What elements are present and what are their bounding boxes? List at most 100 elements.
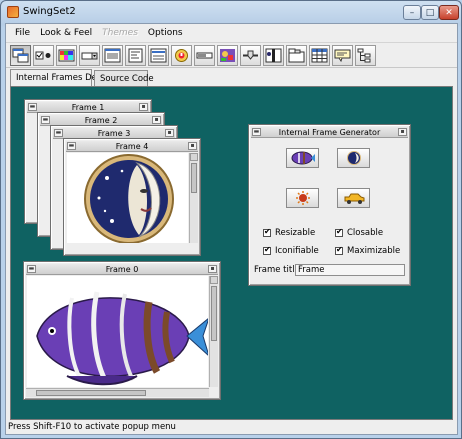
closable-label: Closable (347, 228, 384, 238)
html-demo-button[interactable] (125, 45, 146, 66)
list-icon (150, 48, 167, 63)
combobox-icon (81, 52, 98, 60)
fish-icon (36, 291, 208, 386)
tooltip-demo-button[interactable] (332, 45, 353, 66)
frame-3-menu-icon[interactable]: ▬ (54, 129, 63, 137)
scroll-pane-demo-button[interactable] (217, 45, 238, 66)
closable-checkbox[interactable]: Closable (335, 227, 384, 238)
closable-check-box[interactable] (335, 227, 343, 237)
frame-4-titlebar[interactable]: ▬ Frame 4 ▪ (66, 141, 198, 152)
generator-iconify-icon[interactable]: ▪ (398, 128, 407, 136)
maximizable-checkbox[interactable]: Maximizable (335, 245, 401, 256)
toolbar (6, 42, 457, 68)
file-chooser-icon (104, 48, 121, 63)
app-window: SwingSet2 – □ ✕ File Look & Feel Themes … (0, 0, 462, 439)
frame-4-content (67, 153, 188, 243)
resizable-check-box[interactable] (263, 227, 271, 237)
scroll-up-arrow[interactable] (210, 276, 218, 284)
java-app-icon (7, 6, 19, 18)
scroll-thumb[interactable] (211, 286, 217, 341)
frame-0-horizontal-scrollbar[interactable] (26, 388, 209, 397)
frame-0-menu-icon[interactable]: ▬ (27, 265, 36, 273)
split-pane-icon (265, 48, 282, 63)
option-pane-demo-button[interactable] (171, 45, 192, 66)
tabbed-pane-demo-button[interactable] (286, 45, 307, 66)
list-demo-button[interactable] (148, 45, 169, 66)
tree-demo-button[interactable] (355, 45, 376, 66)
tab-source-code[interactable]: Source Code (94, 70, 154, 86)
tooltip-icon (334, 49, 351, 63)
scroll-up-arrow[interactable] (190, 153, 198, 161)
frame-0-vertical-scrollbar[interactable] (209, 276, 218, 387)
maximize-button[interactable]: □ (421, 5, 439, 20)
frame-3-close-icon[interactable]: ▪ (165, 129, 174, 137)
iconifiable-checkbox[interactable]: Iconifiable (263, 245, 319, 256)
resizable-label: Resizable (275, 228, 316, 238)
frame-4-vertical-scrollbar[interactable] (189, 153, 198, 243)
menu-file[interactable]: File (10, 28, 35, 38)
generator-menu-icon[interactable]: ▬ (252, 128, 261, 136)
progress-bar-icon (196, 52, 213, 59)
maximizable-check-box[interactable] (335, 245, 343, 255)
progress-bar-demo-button[interactable] (194, 45, 215, 66)
menu-look-and-feel[interactable]: Look & Feel (35, 28, 97, 38)
table-demo-button[interactable] (309, 45, 330, 66)
create-car-frame-button[interactable] (337, 188, 370, 208)
generator-titlebar[interactable]: ▬ Internal Frame Generator ▪ (251, 127, 408, 138)
title-bar[interactable]: SwingSet2 – □ ✕ (1, 1, 461, 23)
frame-title-field[interactable]: Frame (295, 264, 405, 276)
frame-4-title: Frame 4 (115, 142, 149, 151)
tab-internal-frames-demo[interactable]: Internal Frames Demo (10, 69, 110, 86)
frame-4-close-icon[interactable]: ▪ (188, 142, 197, 150)
split-pane-demo-button[interactable] (263, 45, 284, 66)
tabbed-pane-icon (288, 48, 305, 63)
window-title: SwingSet2 (23, 6, 76, 17)
slider-icon (243, 50, 258, 60)
frame-0-close-icon[interactable]: ▪ (208, 265, 217, 273)
table-icon (311, 48, 328, 63)
create-sun-frame-button[interactable] (286, 188, 319, 208)
frame-4-menu-icon[interactable]: ▬ (67, 142, 76, 150)
scroll-thumb[interactable] (36, 390, 146, 396)
color-chooser-icon (58, 49, 75, 62)
frame-2-menu-icon[interactable]: ▬ (41, 116, 50, 124)
close-button[interactable]: ✕ (439, 5, 459, 20)
internal-frame-4[interactable]: ▬ Frame 4 ▪ (63, 138, 201, 256)
frame-0-content (27, 276, 208, 387)
buttons-demo-button[interactable] (33, 45, 54, 66)
frame-3-title: Frame 3 (97, 129, 131, 138)
html-icon (128, 48, 143, 63)
option-pane-icon (175, 49, 188, 62)
iconifiable-check-box[interactable] (263, 245, 271, 255)
tree-icon (357, 48, 371, 63)
menu-options[interactable]: Options (143, 28, 188, 38)
maximizable-label: Maximizable (347, 246, 401, 256)
scroll-thumb[interactable] (191, 163, 197, 193)
slider-demo-button[interactable] (240, 45, 261, 66)
client-area: File Look & Feel Themes Options Internal… (5, 23, 458, 435)
frame-1-menu-icon[interactable]: ▬ (28, 103, 37, 111)
frame-0-title: Frame 0 (105, 265, 139, 274)
moon-icon (346, 151, 361, 165)
desktop-pane[interactable]: ▬ Frame 1 ▪ ▬ Frame 2 ▪ ▬ Frame 3 ▪ ▬ Fr… (10, 86, 453, 420)
frame-0-titlebar[interactable]: ▬ Frame 0 ▪ (26, 264, 218, 275)
combobox-demo-button[interactable] (79, 45, 100, 66)
car-icon (344, 193, 364, 204)
internal-frames-icon (12, 48, 29, 63)
color-chooser-demo-button[interactable] (56, 45, 77, 66)
file-chooser-demo-button[interactable] (102, 45, 123, 66)
create-fish-frame-button[interactable] (286, 148, 319, 168)
iconifiable-label: Iconifiable (275, 246, 319, 256)
moon-icon (84, 154, 174, 243)
internal-frame-generator[interactable]: ▬ Internal Frame Generator ▪ ✔ Resizable… (248, 124, 411, 286)
create-moon-frame-button[interactable] (337, 148, 370, 168)
fish-icon (291, 151, 315, 165)
internal-frames-demo-button[interactable] (10, 45, 31, 66)
buttons-icon (35, 51, 51, 60)
generator-title: Internal Frame Generator (278, 128, 381, 137)
frame-2-close-icon[interactable]: ▪ (152, 116, 161, 124)
internal-frame-0[interactable]: ▬ Frame 0 ▪ (23, 261, 221, 400)
frame-1-close-icon[interactable]: ▪ (139, 103, 148, 111)
resizable-checkbox[interactable]: Resizable (263, 227, 316, 238)
minimize-button[interactable]: – (403, 5, 421, 20)
